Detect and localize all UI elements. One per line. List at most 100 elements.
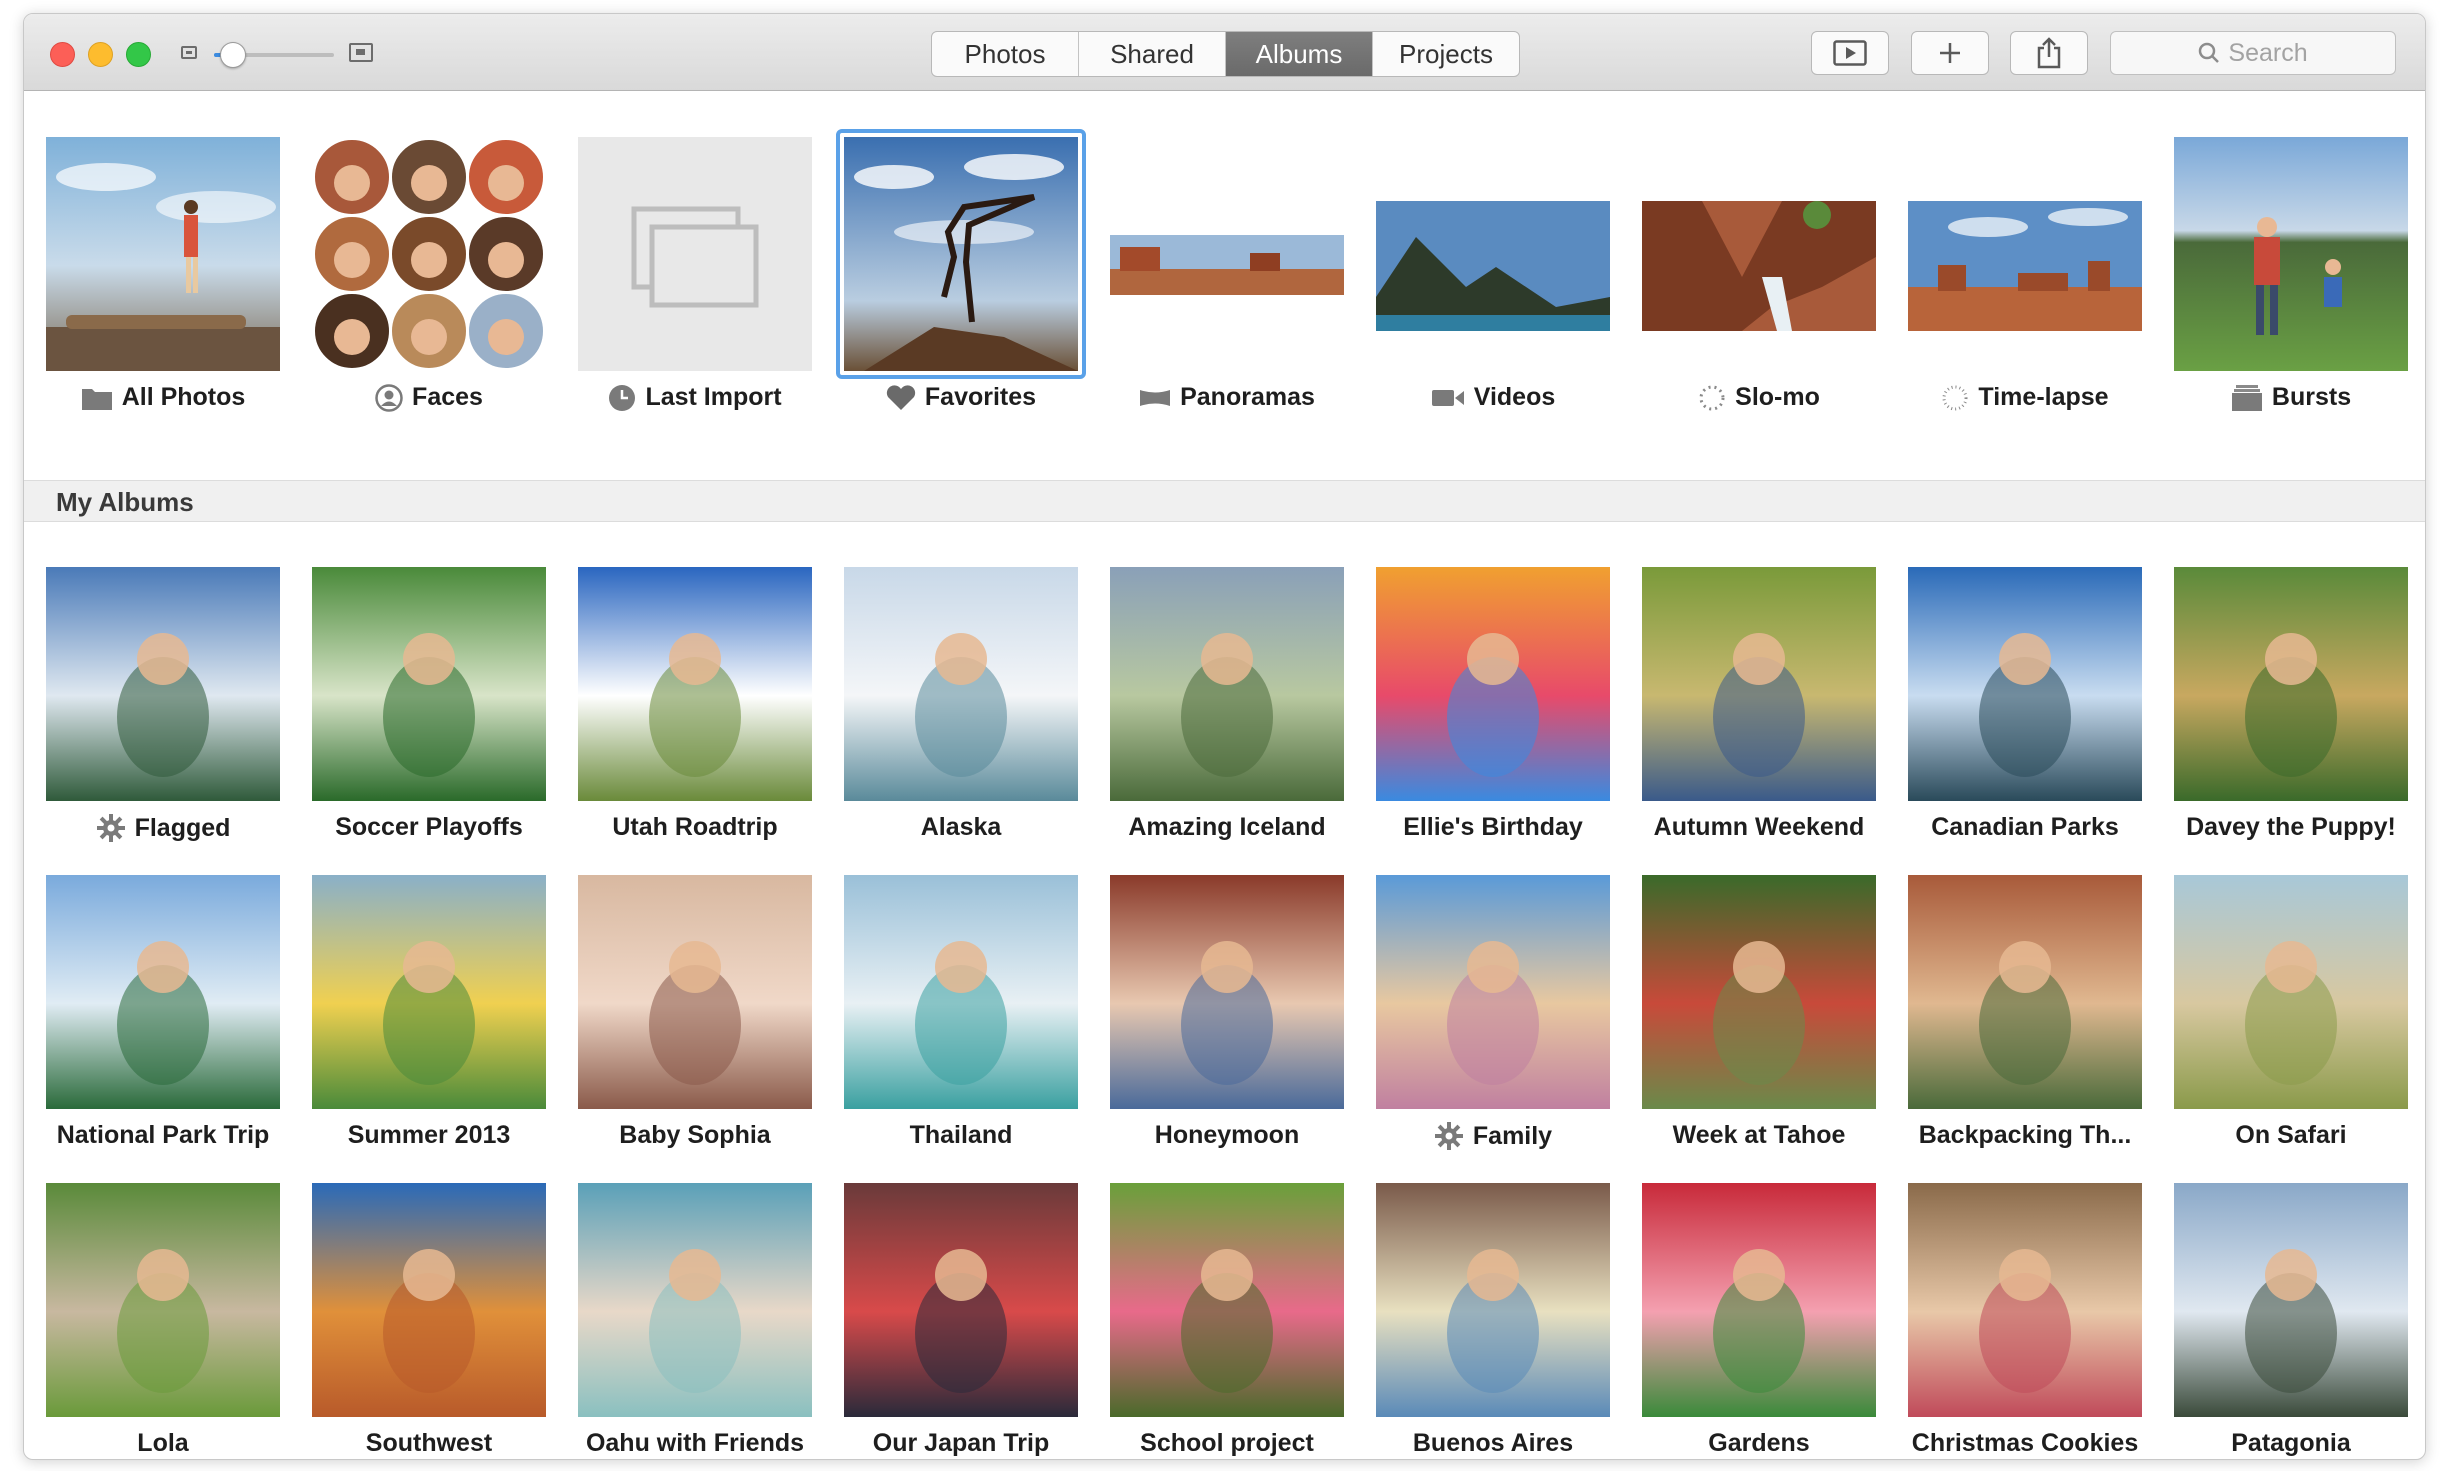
tab-photos[interactable]: Photos xyxy=(932,32,1079,76)
smart-album-label: Bursts xyxy=(2158,383,2424,412)
album-slo-mo[interactable] xyxy=(1642,137,1876,371)
slider-knob[interactable] xyxy=(220,42,246,68)
album-label: School project xyxy=(1094,1429,1360,1458)
album-all-photos[interactable] xyxy=(46,137,280,371)
tab-shared[interactable]: Shared xyxy=(1079,32,1226,76)
smart-album-label: Slo-mo xyxy=(1626,383,1892,412)
album-tile[interactable] xyxy=(46,567,280,801)
album-thumbnail xyxy=(844,567,1078,801)
zoom-button[interactable] xyxy=(126,42,151,67)
album-name: Backpacking Th... xyxy=(1918,1121,2132,1149)
smart-album-name: Favorites xyxy=(924,383,1037,411)
album-thumbnail xyxy=(1642,875,1876,1109)
album-tile[interactable] xyxy=(1642,1183,1876,1417)
album-bursts[interactable] xyxy=(2174,137,2408,371)
album-name: Week at Tahoe xyxy=(1672,1121,1846,1149)
album-name: Buenos Aires xyxy=(1412,1429,1574,1457)
album-tile[interactable] xyxy=(2174,1183,2408,1417)
album-thumbnail xyxy=(1376,875,1610,1109)
album-tile[interactable] xyxy=(1642,567,1876,801)
album-tile[interactable] xyxy=(1376,875,1610,1109)
album-tile[interactable] xyxy=(1642,875,1876,1109)
album-label: Alaska xyxy=(828,813,1094,842)
tab-projects[interactable]: Projects xyxy=(1373,32,1519,76)
close-button[interactable] xyxy=(50,42,75,67)
album-tile[interactable] xyxy=(578,567,812,801)
album-tile[interactable] xyxy=(844,1183,1078,1417)
album-thumbnail xyxy=(46,1183,280,1417)
album-last-import[interactable] xyxy=(578,137,812,371)
album-thumbnail xyxy=(2174,1183,2408,1417)
slideshow-button[interactable] xyxy=(1811,31,1889,75)
album-tile[interactable] xyxy=(844,875,1078,1109)
album-panoramas[interactable] xyxy=(1110,137,1344,371)
album-tile[interactable] xyxy=(1110,1183,1344,1417)
album-tile[interactable] xyxy=(312,567,546,801)
search-field[interactable]: Search xyxy=(2110,31,2396,75)
album-label: Soccer Playoffs xyxy=(296,813,562,842)
all-photos-thumbnail xyxy=(46,137,280,371)
album-label: Christmas Cookies xyxy=(1892,1429,2158,1458)
album-tile[interactable] xyxy=(1908,875,2142,1109)
album-tile[interactable] xyxy=(1908,1183,2142,1417)
album-label: Patagonia xyxy=(2158,1429,2424,1458)
album-thumbnail xyxy=(578,1183,812,1417)
album-tile[interactable] xyxy=(2174,567,2408,801)
smart-album-name: Faces xyxy=(412,383,483,411)
album-tile[interactable] xyxy=(1376,567,1610,801)
album-name: Patagonia xyxy=(2231,1429,2351,1457)
album-label: National Park Trip xyxy=(30,1121,296,1150)
section-header: My Albums xyxy=(24,480,2425,522)
album-favorites[interactable] xyxy=(844,137,1078,371)
album-thumbnail xyxy=(46,567,280,801)
album-time-lapse[interactable] xyxy=(1908,137,2142,371)
album-label: Flagged xyxy=(30,813,296,843)
album-thumbnail xyxy=(578,567,812,801)
album-label: Week at Tahoe xyxy=(1626,1121,1892,1150)
album-name: Autumn Weekend xyxy=(1653,813,1865,841)
album-tile[interactable] xyxy=(1110,875,1344,1109)
album-name: Gardens xyxy=(1708,1429,1810,1457)
panoramas-thumbnail xyxy=(1110,137,1344,371)
album-label: Our Japan Trip xyxy=(828,1429,1094,1458)
album-name: Our Japan Trip xyxy=(872,1429,1050,1457)
minimize-button[interactable] xyxy=(88,42,113,67)
album-tile[interactable] xyxy=(2174,875,2408,1109)
share-button[interactable] xyxy=(2010,31,2088,75)
search-placeholder: Search xyxy=(2228,38,2308,67)
album-tile[interactable] xyxy=(1110,567,1344,801)
search-icon xyxy=(2199,42,2220,63)
album-thumbnail xyxy=(844,1183,1078,1417)
album-tile[interactable] xyxy=(844,567,1078,801)
album-tile[interactable] xyxy=(1376,1183,1610,1417)
album-label: Amazing Iceland xyxy=(1094,813,1360,842)
album-videos[interactable] xyxy=(1376,137,1610,371)
album-thumbnail xyxy=(312,1183,546,1417)
album-tile[interactable] xyxy=(1908,567,2142,801)
person-icon xyxy=(375,383,403,412)
view-tabs: Photos Shared Albums Projects xyxy=(931,31,1520,77)
album-thumbnail xyxy=(578,875,812,1109)
album-name: Christmas Cookies xyxy=(1911,1429,2139,1457)
album-tile[interactable] xyxy=(312,875,546,1109)
album-label: Summer 2013 xyxy=(296,1121,562,1150)
album-tile[interactable] xyxy=(46,1183,280,1417)
album-name: On Safari xyxy=(2235,1121,2347,1149)
smart-album-name: Panoramas xyxy=(1180,383,1315,411)
smart-album-name: All Photos xyxy=(121,383,246,411)
album-tile[interactable] xyxy=(312,1183,546,1417)
faces-thumbnail xyxy=(313,138,545,370)
album-thumbnail xyxy=(1110,567,1344,801)
tab-albums[interactable]: Albums xyxy=(1226,32,1373,76)
album-faces[interactable] xyxy=(312,137,546,371)
favorites-thumbnail xyxy=(844,137,1078,371)
last-import-placeholder-icon xyxy=(631,206,759,308)
album-label: On Safari xyxy=(2158,1121,2424,1150)
album-tile[interactable] xyxy=(46,875,280,1109)
album-tile[interactable] xyxy=(578,1183,812,1417)
album-tile[interactable] xyxy=(578,875,812,1109)
album-thumbnail xyxy=(2174,875,2408,1109)
add-icon xyxy=(1940,43,1960,63)
album-thumbnail xyxy=(46,875,280,1109)
add-button[interactable] xyxy=(1911,31,1989,75)
